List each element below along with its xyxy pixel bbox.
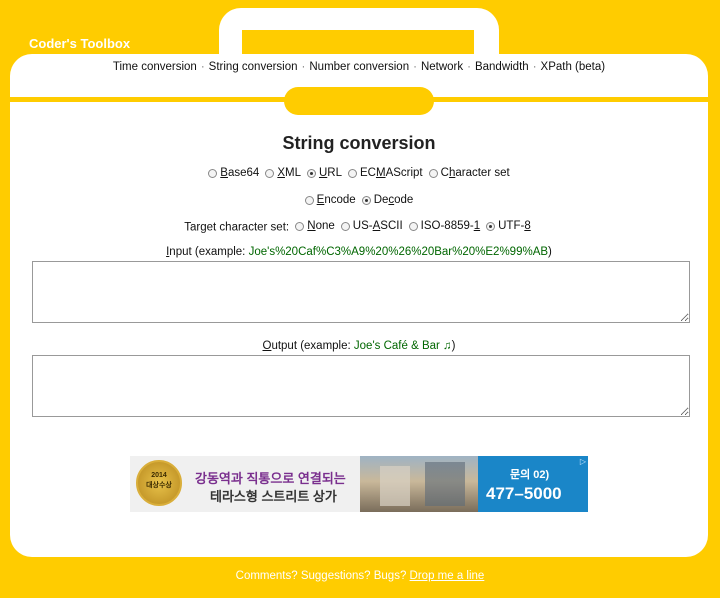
output-example: Joe's Café & Bar ♫	[353, 340, 452, 352]
charset-iso-8859-1[interactable]: ISO-8859-1	[408, 220, 481, 232]
charset-none[interactable]: None	[295, 220, 335, 232]
radio-label: XML	[277, 167, 301, 179]
footer: Comments? Suggestions? Bugs? Drop me a l…	[235, 570, 485, 582]
format-ecmascript[interactable]: ECMAScript	[347, 167, 423, 179]
radio-button[interactable]	[265, 168, 275, 178]
nav-xpath[interactable]: XPath (beta)	[541, 61, 606, 73]
charset-label: Target character set:	[184, 221, 290, 234]
input-textarea[interactable]	[32, 261, 690, 323]
charset-utf-8[interactable]: UTF-8	[486, 220, 531, 232]
radio-label: Base64	[220, 167, 260, 179]
top-nav: Time conversion · String conversion · Number…	[112, 61, 606, 73]
direction-options: Encode Decode	[10, 194, 708, 208]
output-label-text: Output	[262, 340, 298, 352]
input-example: Joe's%20Caf%C3%A9%20%26%20Bar%20%E2%99%A…	[248, 246, 549, 258]
radio-label: Encode	[316, 194, 356, 206]
radio-label: None	[307, 220, 335, 232]
format-xml[interactable]: XML	[265, 167, 301, 179]
radio-button[interactable]	[486, 221, 496, 231]
radio-button[interactable]	[208, 168, 218, 178]
radio-button[interactable]	[295, 221, 305, 231]
radio-label: Decode	[373, 194, 414, 206]
radio-label: US-ASCII	[352, 220, 403, 232]
radio-button[interactable]	[340, 221, 350, 231]
format-url[interactable]: URL	[306, 167, 342, 179]
radio-button[interactable]	[361, 195, 371, 205]
format-base64[interactable]: Base64	[208, 167, 259, 179]
radio-label: ECMAScript	[359, 167, 423, 179]
direction-decode[interactable]: Decode	[361, 194, 414, 206]
contact-link[interactable]: Drop me a line	[410, 570, 485, 582]
output-label: Output (example: Joe's Café & Bar ♫)	[262, 340, 456, 352]
output-textarea[interactable]	[32, 355, 690, 417]
radio-button[interactable]	[306, 168, 316, 178]
radio-label: UTF-8	[498, 220, 531, 232]
direction-encode[interactable]: Encode	[304, 194, 356, 206]
nav-bandwidth[interactable]: Bandwidth	[475, 61, 529, 73]
radio-label: URL	[318, 167, 342, 179]
charset-options: Target character set: None US-ASCII ISO-88…	[10, 220, 708, 234]
ad-photo	[360, 456, 478, 512]
radio-button[interactable]	[408, 221, 418, 231]
radio-label: Character set	[440, 167, 510, 179]
ad-phone: 477–5000	[486, 484, 562, 503]
award-seal: 2014 대상수상	[136, 460, 182, 506]
format-character-set[interactable]: Character set	[428, 167, 510, 179]
nav-network[interactable]: Network	[421, 61, 463, 73]
nav-string-conversion[interactable]: String conversion	[209, 61, 298, 73]
nav-number-conversion[interactable]: Number conversion	[309, 61, 409, 73]
page-title: String conversion	[282, 133, 436, 153]
radio-button[interactable]	[304, 195, 314, 205]
radio-button[interactable]	[347, 168, 357, 178]
radio-label: ISO-8859-1	[420, 220, 481, 232]
input-label-text: Input	[166, 246, 192, 258]
input-label: Input (example: Joe's%20Caf%C3%A9%20%26%…	[166, 246, 552, 258]
ad-banner[interactable]: 2014 대상수상 강동역과 직통으로 연결되는 테라스형 스트리트 상가 ▷ …	[130, 456, 588, 512]
ad-headline: 강동역과 직통으로 연결되는	[195, 471, 346, 486]
toolbox-handle-hole	[242, 30, 474, 54]
charset-us-ascii[interactable]: US-ASCII	[340, 220, 403, 232]
adchoices-icon[interactable]: ▷	[580, 457, 586, 466]
ad-subline: 테라스형 스트리트 상가	[210, 489, 337, 504]
ad-phone-prefix: 문의 02)	[510, 469, 550, 481]
site-brand[interactable]: Coder's Toolbox	[29, 36, 130, 51]
toolbox-latch	[284, 87, 434, 115]
format-options: Base64 XML URL ECMAScript Character set	[10, 167, 708, 181]
radio-button[interactable]	[428, 168, 438, 178]
nav-time-conversion[interactable]: Time conversion	[113, 61, 197, 73]
